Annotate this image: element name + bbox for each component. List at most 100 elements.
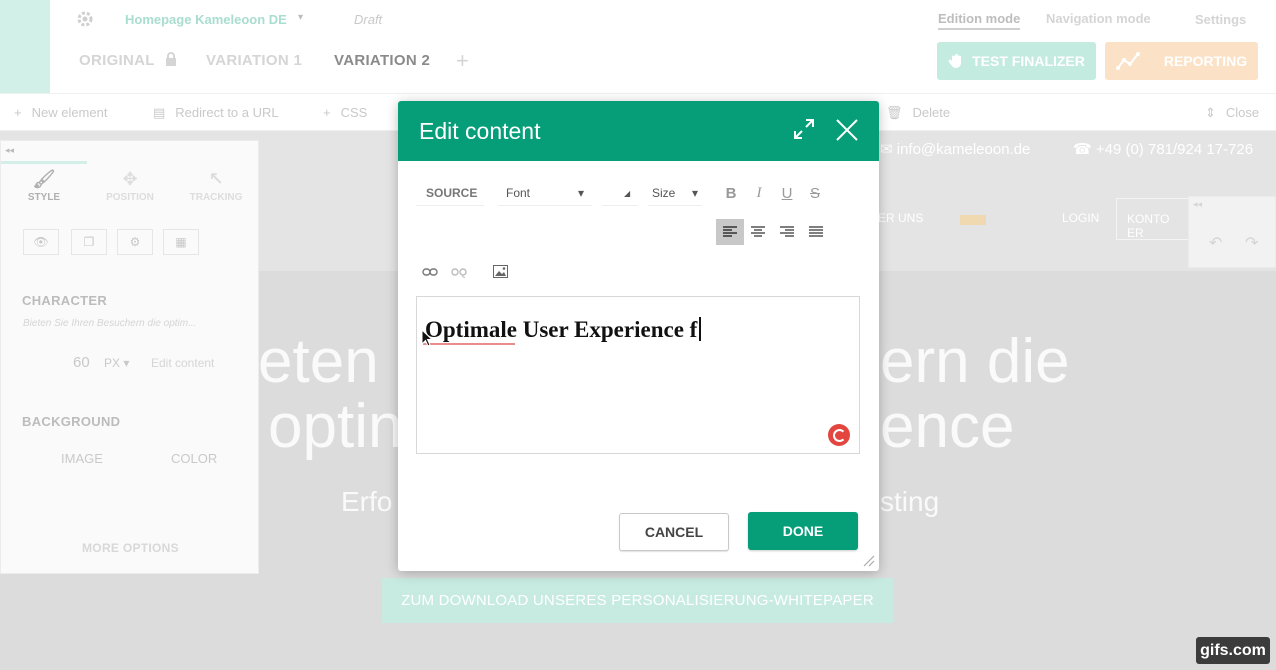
mode-edition[interactable]: Edition mode xyxy=(938,11,1021,30)
site-phone-text: +49 (0) 781/924 17-726 xyxy=(1095,141,1254,158)
expand-icon[interactable] xyxy=(793,118,819,144)
close-label: Close xyxy=(1225,105,1260,120)
close-panel-button[interactable]: ⇕ Close xyxy=(1205,105,1259,121)
mouse-cursor-icon xyxy=(421,329,433,347)
modal-header: Edit content xyxy=(398,101,879,161)
hand-icon xyxy=(948,54,962,68)
app-header: Homepage Kameleoon DE ▾ Draft Edition mo… xyxy=(0,0,1276,93)
collapse-icon: ⇕ xyxy=(1205,105,1216,120)
gifs-watermark: gifs.com xyxy=(1196,637,1270,664)
site-phone: ☎ +49 (0) 781/924 17-726 xyxy=(1073,141,1254,158)
source-button[interactable]: SOURCE xyxy=(416,181,484,206)
mode-navigation[interactable]: Navigation mode xyxy=(1046,11,1151,26)
download-whitepaper-button: ZUM DOWNLOAD UNSERES PERSONALISIERUNG-WH… xyxy=(382,578,893,623)
hero-sub-right: sting xyxy=(880,486,940,517)
reporting-label: REPORTING xyxy=(1163,53,1248,69)
font-select[interactable]: Font ▾ xyxy=(498,181,592,206)
align-left-icon[interactable] xyxy=(716,219,744,245)
hero-line1-left: eten xyxy=(258,327,379,396)
align-right-icon[interactable] xyxy=(773,219,801,245)
redirect-label: Redirect to a URL xyxy=(175,105,279,120)
font-unit-label: PX xyxy=(104,356,121,370)
size-select[interactable]: Size ▾ xyxy=(648,181,702,206)
hero-line2-left: optin xyxy=(268,392,403,461)
tab-style[interactable]: 🖌 STYLE xyxy=(1,169,87,203)
gear-icon[interactable] xyxy=(76,10,96,30)
reporting-button[interactable]: REPORTING xyxy=(1105,42,1258,80)
site-konto-button: KONTO ER xyxy=(1116,198,1196,240)
background-color-option[interactable]: COLOR xyxy=(171,451,217,466)
tab-variation-1[interactable]: VARIATION 1 xyxy=(206,52,302,69)
modal-title: Edit content xyxy=(419,118,541,144)
new-element-label: New element xyxy=(31,105,108,120)
chevron-down-icon: ▾ xyxy=(691,186,698,200)
settings-icon[interactable]: ⚙ xyxy=(117,229,153,255)
undo-redo-panel: ◂◂ ↶ ↷ xyxy=(1188,196,1276,268)
cancel-button[interactable]: CANCEL xyxy=(619,513,729,551)
redirect-icon: ▤ xyxy=(153,105,166,120)
cursor-icon: ↖ xyxy=(208,169,224,189)
close-icon[interactable] xyxy=(835,118,861,144)
brush-icon: 🖌 xyxy=(32,169,56,189)
tab-tracking[interactable]: ↖ TRACKING xyxy=(173,169,259,203)
collapse-icon[interactable]: ◂◂ xyxy=(5,145,14,156)
site-nav-item: ER UNS xyxy=(878,211,924,225)
chevron-down-icon[interactable]: ▾ xyxy=(298,12,303,23)
tab-position[interactable]: ✥ POSITION xyxy=(87,169,173,203)
font-size-value[interactable]: 60 xyxy=(73,354,90,371)
font-select-label: Font xyxy=(506,186,531,200)
css-label: CSS xyxy=(340,105,368,120)
redo-icon: ↷ xyxy=(1245,235,1259,252)
image-icon[interactable] xyxy=(486,259,514,284)
eye-icon[interactable]: 👁 xyxy=(23,229,59,255)
underline-icon[interactable]: U xyxy=(774,181,800,206)
edit-content-modal: Edit content SOURCE Font ▾ ◢ Size ▾ B I U … xyxy=(398,101,879,571)
tab-variation-2[interactable]: VARIATION 2 xyxy=(334,52,430,69)
content-editor[interactable]: Optimale User Experience f xyxy=(416,296,860,454)
css-button[interactable]: + CSS xyxy=(323,105,367,120)
grammar-check-icon[interactable] xyxy=(828,424,850,446)
test-finalizer-button[interactable]: TEST FINALIZER xyxy=(937,42,1096,80)
undo-icon: ↶ xyxy=(1209,235,1223,252)
hero-line1-right: ern die xyxy=(880,327,1070,396)
site-login: LOGIN xyxy=(1062,211,1100,225)
active-tab-indicator xyxy=(1,161,87,164)
plus-icon: + xyxy=(14,105,22,120)
copy-icon[interactable]: ❐ xyxy=(71,229,107,255)
style-panel: ◂◂ 🖌 STYLE ✥ POSITION ↖ TRACKING 👁 ❐ ⚙ ▦ CH… xyxy=(0,140,259,574)
chart-line-icon xyxy=(1115,52,1140,70)
site-email: ✉ info@kameleoon.de xyxy=(880,141,1031,158)
edit-content-link[interactable]: Edit content xyxy=(151,356,214,370)
more-options-button[interactable]: MORE OPTIONS xyxy=(1,541,260,555)
new-element-button[interactable]: + New element xyxy=(14,105,107,120)
add-variation-icon[interactable]: + xyxy=(456,48,469,74)
font-unit-select[interactable]: PX ▾ xyxy=(104,356,129,370)
character-heading: CHARACTER xyxy=(22,293,108,308)
hero-sub-left: Erfo xyxy=(341,486,393,517)
tab-original[interactable]: ORIGINAL xyxy=(79,52,177,69)
mode-settings[interactable]: Settings xyxy=(1195,12,1246,27)
delete-button[interactable]: 🗑 Delete xyxy=(886,105,950,121)
editor-text-value: Optimale User Experience f xyxy=(425,317,698,342)
text-caret xyxy=(699,317,702,341)
dropdown-corner-icon: ◢ xyxy=(624,188,631,198)
background-image-option[interactable]: IMAGE xyxy=(61,451,103,466)
project-title[interactable]: Homepage Kameleoon DE xyxy=(125,12,287,27)
editor-text[interactable]: Optimale User Experience f xyxy=(425,317,702,343)
spellcheck-underline xyxy=(423,343,515,345)
unlink-icon[interactable] xyxy=(445,259,473,284)
redirect-button[interactable]: ▤ Redirect to a URL xyxy=(153,105,279,121)
align-justify-icon[interactable] xyxy=(802,219,830,245)
align-center-icon[interactable] xyxy=(744,219,772,245)
strikethrough-icon[interactable]: S xyxy=(802,181,828,206)
done-button[interactable]: DONE xyxy=(748,512,858,550)
link-icon[interactable] xyxy=(416,259,444,284)
hero-line2-right: ence xyxy=(880,392,1015,461)
resize-grip-icon[interactable] xyxy=(861,553,875,567)
bold-icon[interactable]: B xyxy=(718,181,744,206)
format-select[interactable]: ◢ xyxy=(602,181,638,206)
tab-tracking-label: TRACKING xyxy=(189,192,243,203)
italic-icon[interactable]: I xyxy=(746,181,772,206)
size-select-label: Size xyxy=(652,186,676,200)
image-edit-icon[interactable]: ▦ xyxy=(163,229,199,255)
